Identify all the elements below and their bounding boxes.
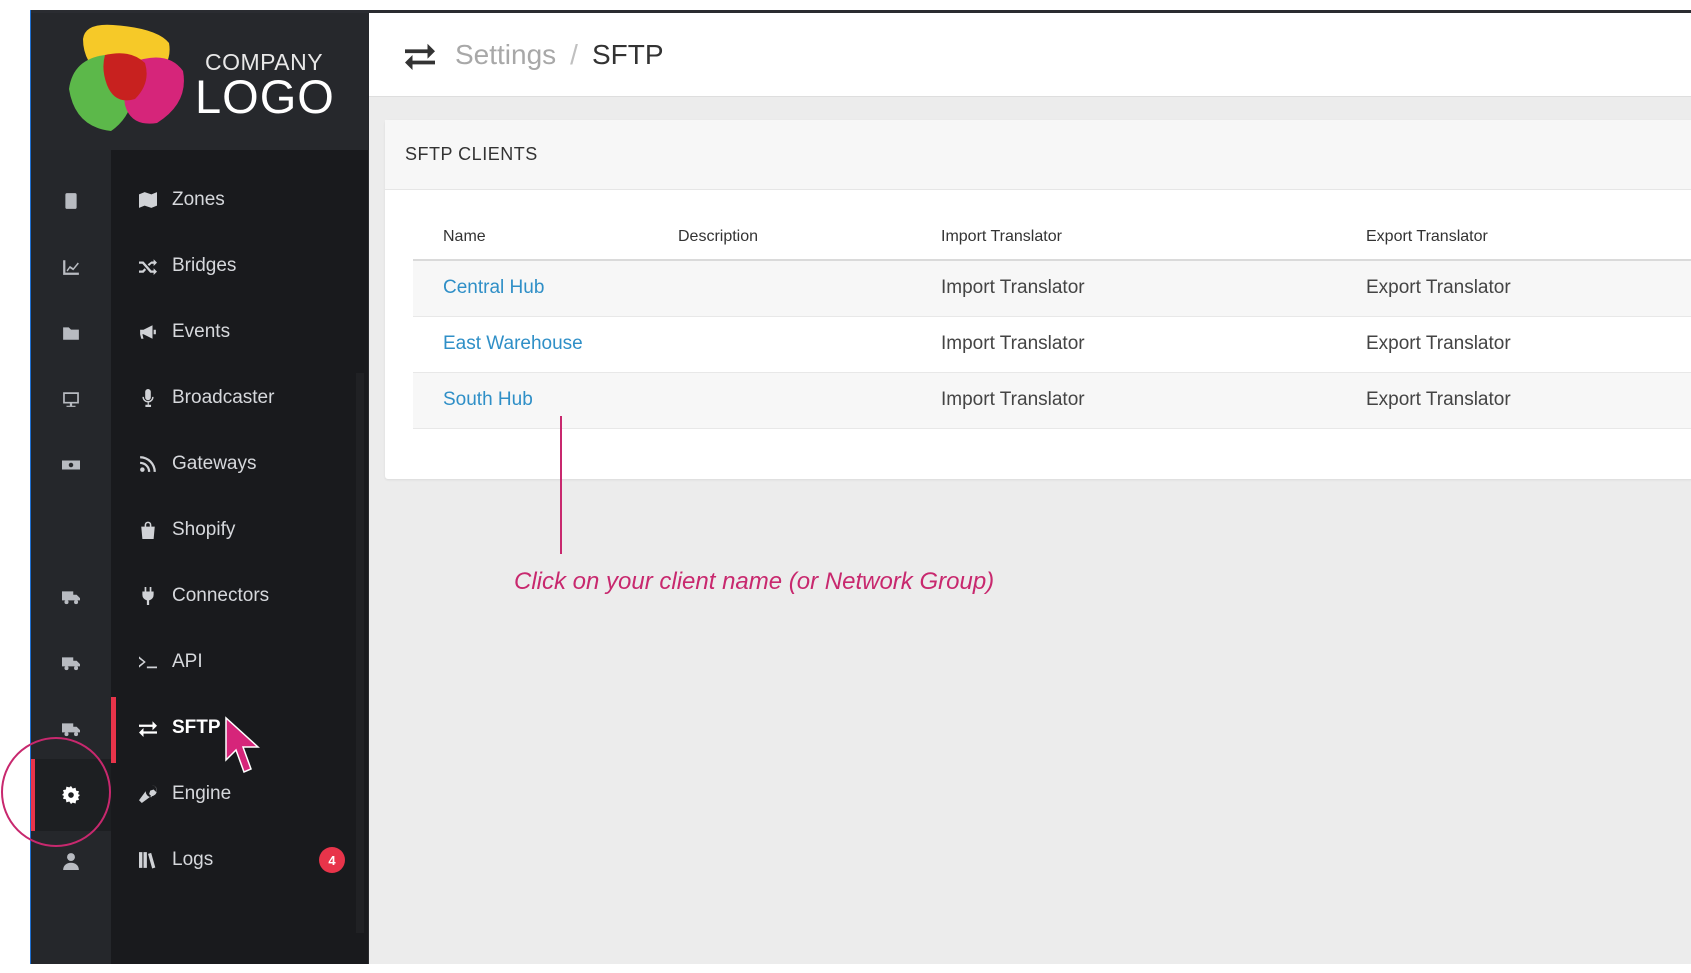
annotation-pointer-line: [560, 416, 562, 554]
export-cell: Export Translator: [1336, 372, 1691, 429]
sftp-clients-card: SFTP CLIENTS Name Description Import Tra…: [385, 120, 1691, 479]
user-icon: [63, 853, 79, 870]
annotation-circle: [1, 737, 111, 847]
wrench-icon: [137, 783, 159, 805]
settings-nav: Zones Bridges Events Broadcaster Gateway…: [31, 13, 369, 964]
nav-item-events[interactable]: Events: [111, 299, 369, 365]
column-header-description[interactable]: Description: [648, 215, 911, 261]
table-row[interactable]: East Warehouse Import Translator Export …: [413, 316, 1691, 373]
nav-label: SFTP: [172, 717, 221, 738]
export-cell: Export Translator: [1336, 316, 1691, 373]
nav-item-zones[interactable]: Zones: [111, 167, 369, 233]
table-row[interactable]: Central Hub Import Translator Export Tra…: [413, 260, 1691, 317]
nav-label: Logs: [172, 849, 214, 870]
nav-item-api[interactable]: API: [111, 629, 369, 695]
nav-item-connectors[interactable]: Connectors: [111, 563, 369, 629]
breadcrumb-settings[interactable]: Settings: [455, 39, 556, 71]
rail-truck-2[interactable]: [31, 627, 111, 699]
logo-mark-icon: [69, 24, 184, 131]
card-title: SFTP CLIENTS: [385, 120, 1691, 190]
annotation-text: Click on your client name (or Network Gr…: [514, 568, 995, 595]
nav-item-shopify[interactable]: Shopify: [111, 497, 369, 563]
import-cell: Import Translator: [911, 372, 1336, 429]
truck-icon: [62, 723, 80, 737]
nav-item-bridges[interactable]: Bridges: [111, 233, 369, 299]
logs-count-badge: 4: [319, 847, 345, 873]
nav-label: Zones: [172, 189, 225, 210]
money-icon: [62, 460, 80, 470]
device-icon: [65, 193, 77, 209]
nav-item-logs[interactable]: Logs 4: [111, 827, 369, 893]
exchange-icon: [405, 43, 435, 70]
bag-icon: [137, 519, 159, 541]
column-header-name[interactable]: Name: [413, 215, 648, 261]
rss-icon: [137, 453, 159, 475]
client-name-cell: East Warehouse: [413, 316, 648, 373]
shuffle-icon: [137, 255, 159, 277]
sftp-clients-table: Name Description Import Translator Expor…: [413, 215, 1691, 429]
nav-item-broadcaster[interactable]: Broadcaster: [111, 365, 369, 431]
client-link[interactable]: South Hub: [443, 389, 533, 410]
nav-label: Gateways: [172, 453, 257, 474]
client-link[interactable]: Central Hub: [443, 277, 544, 298]
breadcrumb-separator: /: [570, 39, 578, 70]
exchange-icon: [137, 717, 159, 739]
nav-label: Events: [172, 321, 231, 342]
plug-icon: [137, 585, 159, 607]
breadcrumb: Settings / SFTP: [405, 39, 664, 71]
folder-icon: [63, 327, 79, 340]
column-header-export[interactable]: Export Translator: [1336, 215, 1691, 261]
cursor-arrow-icon: [225, 716, 260, 774]
logo-text-logo: LOGO: [195, 70, 335, 123]
table-row[interactable]: South Hub Import Translator Export Trans…: [413, 372, 1691, 429]
truck-icon: [62, 591, 80, 605]
microphone-icon: [137, 387, 159, 409]
rail-device[interactable]: [31, 165, 111, 237]
company-logo[interactable]: COMPANY LOGO: [31, 13, 369, 150]
monitor-icon: [63, 392, 79, 407]
client-link[interactable]: East Warehouse: [443, 333, 583, 354]
books-icon: [137, 849, 159, 871]
rail-folder[interactable]: [31, 297, 111, 369]
import-cell: Import Translator: [911, 260, 1336, 317]
client-name-cell: Central Hub: [413, 260, 648, 317]
nav-label: Shopify: [172, 519, 236, 540]
page-title: SFTP: [591, 39, 664, 70]
nav-label: Broadcaster: [172, 387, 275, 408]
chart-icon: [63, 260, 79, 275]
terminal-icon: [137, 651, 159, 673]
table-header-row: Name Description Import Translator Expor…: [413, 215, 1691, 261]
rail-money[interactable]: [31, 429, 111, 501]
app-window: Zones Bridges Events Broadcaster Gateway…: [31, 10, 1691, 964]
import-cell: Import Translator: [911, 316, 1336, 373]
description-cell: [648, 260, 911, 317]
client-name-cell: South Hub: [413, 372, 648, 429]
nav-label: Engine: [172, 783, 232, 804]
nav-label: Connectors: [172, 585, 270, 606]
page-header: Settings / SFTP: [369, 13, 1691, 97]
description-cell: [648, 372, 911, 429]
nav-label: API: [172, 651, 203, 672]
megaphone-icon: [137, 321, 159, 343]
rail-truck-1[interactable]: [31, 561, 111, 633]
column-header-import[interactable]: Import Translator: [911, 215, 1336, 261]
truck-icon: [62, 657, 80, 671]
rail-chart[interactable]: [31, 231, 111, 303]
description-cell: [648, 316, 911, 373]
nav-item-gateways[interactable]: Gateways: [111, 431, 369, 497]
map-icon: [137, 189, 159, 211]
nav-label: Bridges: [172, 255, 237, 276]
export-cell: Export Translator: [1336, 260, 1691, 317]
rail-monitor[interactable]: [31, 363, 111, 435]
